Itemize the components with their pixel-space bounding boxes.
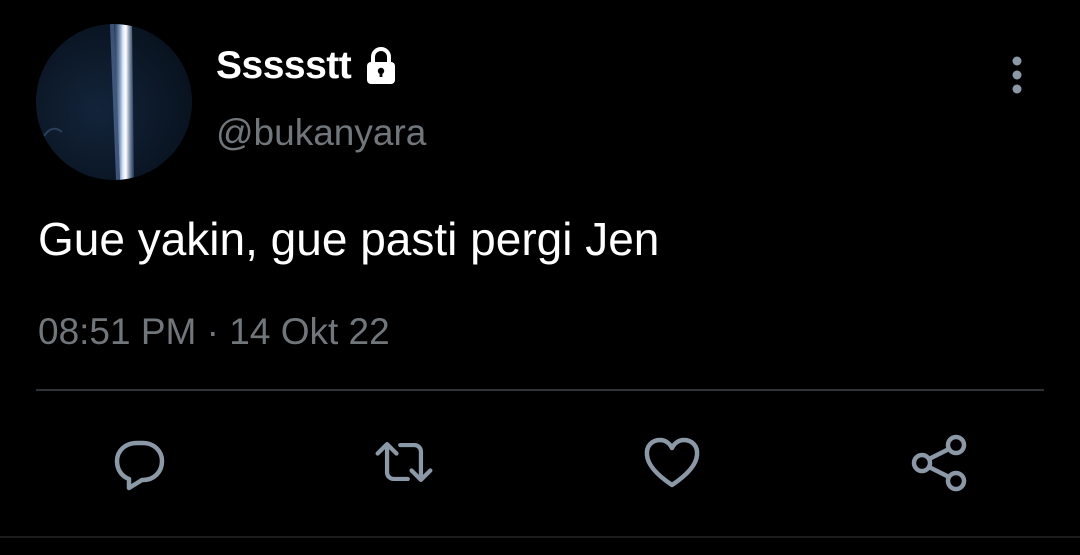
share-icon [911,434,967,492]
tweet-timestamp: 08:51 PM · 14 Okt 22 [38,311,390,353]
retweet-button[interactable] [372,430,436,494]
tweet-time[interactable]: 08:51 PM [38,311,196,352]
more-options-button[interactable] [996,52,1038,98]
lock-icon [361,46,401,86]
reply-button[interactable] [108,430,172,494]
avatar[interactable] [36,24,192,180]
tweet-date[interactable]: 14 Okt 22 [229,311,389,352]
share-button[interactable] [908,430,972,494]
bottom-divider [0,536,1080,538]
meta-separator: · [206,311,219,352]
speech-bubble-icon [114,440,165,491]
retweet-icon [375,442,433,482]
heart-icon [644,437,700,488]
like-button[interactable] [640,430,704,494]
tweet-text: Gue yakin, gue pasti pergi Jen [38,213,660,265]
avatar-image [36,24,192,180]
display-name[interactable]: Ssssstt [216,44,352,88]
divider [36,389,1044,391]
user-handle[interactable]: @bukanyara [216,112,426,154]
more-vertical-icon [1012,56,1022,94]
display-name-row: Ssssstt [216,44,401,88]
